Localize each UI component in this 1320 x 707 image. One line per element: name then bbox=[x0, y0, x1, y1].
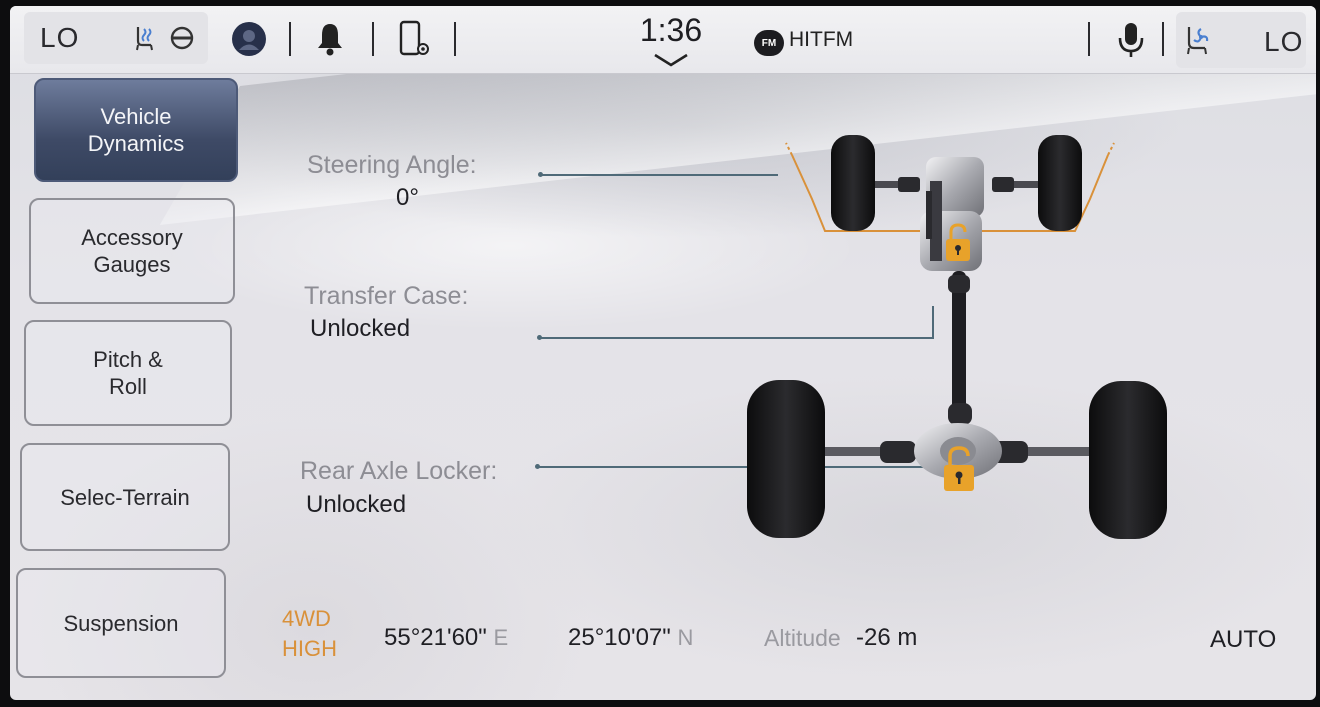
heated-seat-icon[interactable] bbox=[128, 22, 160, 54]
drive-mode-line1: 4WD bbox=[282, 606, 331, 631]
latitude-direction: N bbox=[677, 625, 694, 650]
drive-mode-line2: HIGH bbox=[282, 636, 337, 661]
menu-label: Vehicle Dynamics bbox=[87, 104, 185, 156]
rear-left-tire bbox=[747, 380, 825, 538]
menu-pitch-roll[interactable]: Pitch & Roll bbox=[24, 320, 232, 426]
longitude: 55°21'60" E bbox=[384, 624, 508, 652]
profile-icon[interactable] bbox=[230, 20, 268, 58]
separator bbox=[1088, 22, 1090, 56]
status-bar: LO 1:36 FM HITFM LO bbox=[10, 6, 1316, 74]
transfer-case-label: Transfer Case: bbox=[304, 282, 469, 310]
longitude-value: 55°21'60" bbox=[384, 624, 487, 651]
rear-axle-value: Unlocked bbox=[306, 491, 407, 518]
menu-label: Pitch & Roll bbox=[93, 347, 163, 399]
menu-label: Accessory Gauges bbox=[81, 225, 183, 277]
heated-steering-icon[interactable] bbox=[168, 24, 196, 52]
steering-angle-value: 0° bbox=[396, 184, 419, 211]
menu-vehicle-dynamics[interactable]: Vehicle Dynamics bbox=[34, 78, 238, 182]
separator bbox=[454, 22, 456, 56]
front-right-tire bbox=[1038, 135, 1082, 231]
menu-selec-terrain[interactable]: Selec-Terrain bbox=[20, 443, 230, 551]
clock[interactable]: 1:36 bbox=[636, 12, 706, 49]
phone-settings-icon[interactable] bbox=[396, 18, 432, 60]
rear-right-tire bbox=[1089, 381, 1167, 539]
radio-band-badge[interactable]: FM bbox=[754, 30, 784, 56]
steering-angle-label: Steering Angle: bbox=[307, 151, 477, 179]
separator bbox=[289, 22, 291, 56]
menu-accessory-gauges[interactable]: Accessory Gauges bbox=[29, 198, 235, 304]
vehicle-dynamics-screen: LO 1:36 FM HITFM LO Vehicle Dynamics Acc… bbox=[10, 6, 1316, 700]
latitude-value: 25°10'07" bbox=[568, 624, 671, 651]
notification-bell-icon[interactable] bbox=[312, 20, 348, 58]
right-temperature[interactable]: LO bbox=[1264, 26, 1303, 58]
radio-station[interactable]: HITFM bbox=[789, 28, 853, 52]
auto-mode-label[interactable]: AUTO bbox=[1210, 626, 1276, 654]
separator bbox=[1162, 22, 1164, 56]
latitude: 25°10'07" N bbox=[568, 624, 693, 652]
transfer-case-value: Unlocked bbox=[310, 315, 411, 342]
seat-fan-icon[interactable] bbox=[1180, 22, 1216, 58]
separator bbox=[372, 22, 374, 56]
altitude-label: Altitude bbox=[764, 625, 841, 651]
front-left-tire bbox=[831, 135, 875, 231]
altitude-value: -26 m bbox=[856, 624, 918, 651]
drivetrain-diagram bbox=[747, 135, 1167, 539]
microphone-icon[interactable] bbox=[1114, 20, 1148, 60]
menu-label: Suspension bbox=[63, 610, 179, 636]
left-temperature[interactable]: LO bbox=[40, 22, 79, 54]
rear-axle-label: Rear Axle Locker: bbox=[300, 457, 498, 485]
menu-label: Selec-Terrain bbox=[60, 484, 190, 510]
chevron-down-icon[interactable] bbox=[652, 52, 690, 73]
menu-suspension[interactable]: Suspension bbox=[16, 568, 226, 678]
longitude-direction: E bbox=[493, 625, 509, 650]
drive-mode-indicator: 4WD HIGH bbox=[282, 604, 337, 664]
